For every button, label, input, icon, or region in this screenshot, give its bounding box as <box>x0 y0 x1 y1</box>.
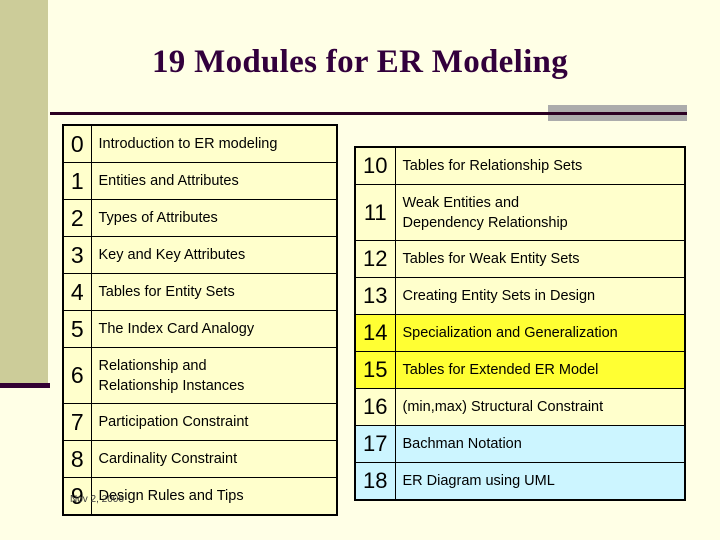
table-row: 8 Cardinality Constraint <box>62 440 338 478</box>
decorative-title-rule <box>50 112 687 115</box>
module-title-line: Dependency Relationship <box>402 214 568 231</box>
module-title: Specialization and Generalization <box>394 314 686 352</box>
module-number: 6 <box>62 347 92 404</box>
table-row: 18 ER Diagram using UML <box>354 462 686 501</box>
table-row: 2 Types of Attributes <box>62 199 338 237</box>
module-number: 17 <box>354 425 396 463</box>
module-title: Participation Constraint <box>90 403 338 441</box>
module-title: Cardinality Constraint <box>90 440 338 478</box>
table-row: 17 Bachman Notation <box>354 425 686 463</box>
module-title: Types of Attributes <box>90 199 338 237</box>
decorative-side-rule <box>0 383 50 388</box>
table-row: 7 Participation Constraint <box>62 403 338 441</box>
module-number: 18 <box>354 462 396 501</box>
module-title: Tables for Extended ER Model <box>394 351 686 389</box>
module-number: 7 <box>62 403 92 441</box>
module-table-left-body: 0 Introduction to ER modeling 1 Entities an… <box>62 124 338 516</box>
module-number: 16 <box>354 388 396 426</box>
module-title: Key and Key Attributes <box>90 236 338 274</box>
module-number: 11 <box>354 184 396 241</box>
table-row: 5 The Index Card Analogy <box>62 310 338 348</box>
module-number: 2 <box>62 199 92 237</box>
module-number: 15 <box>354 351 396 389</box>
table-row: 10 Tables for Relationship Sets <box>354 146 686 185</box>
module-number: 4 <box>62 273 92 311</box>
module-number: 0 <box>62 124 92 163</box>
module-title: Tables for Weak Entity Sets <box>394 240 686 278</box>
module-title: Tables for Relationship Sets <box>394 146 686 185</box>
module-table-right-body: 10 Tables for Relationship Sets 11 Weak Ent… <box>354 146 686 501</box>
table-row: 0 Introduction to ER modeling <box>62 124 338 163</box>
table-row: 14 Specialization and Generalization <box>354 314 686 352</box>
table-row: 3 Key and Key Attributes <box>62 236 338 274</box>
module-title: Relationship and Relationship Instances <box>90 347 338 404</box>
module-title: The Index Card Analogy <box>90 310 338 348</box>
module-table-left: 0 Introduction to ER modeling 1 Entities an… <box>62 124 338 516</box>
module-title: Creating Entity Sets in Design <box>394 277 686 315</box>
table-row: 1 Entities and Attributes <box>62 162 338 200</box>
module-number: 1 <box>62 162 92 200</box>
module-title: Introduction to ER modeling <box>90 124 338 163</box>
module-number: 12 <box>354 240 396 278</box>
table-row: 11 Weak Entities and Dependency Relationsh… <box>354 184 686 241</box>
module-title: Design Rules and Tips <box>90 477 338 516</box>
module-title: ER Diagram using UML <box>394 462 686 501</box>
module-title-line: Relationship and <box>98 357 207 374</box>
table-row: 13 Creating Entity Sets in Design <box>354 277 686 315</box>
module-title: Bachman Notation <box>394 425 686 463</box>
module-number: 5 <box>62 310 92 348</box>
table-row: 6 Relationship and Relationship Instances <box>62 347 338 404</box>
module-number: 10 <box>354 146 396 185</box>
module-title-line: Relationship Instances <box>98 377 245 394</box>
module-table-right: 10 Tables for Relationship Sets 11 Weak Ent… <box>354 146 686 501</box>
table-row: 12 Tables for Weak Entity Sets <box>354 240 686 278</box>
page-title: 19 Modules for ER Modeling <box>151 44 569 80</box>
module-title-line: Weak Entities and <box>402 194 520 211</box>
module-title: Entities and Attributes <box>90 162 338 200</box>
module-title: Weak Entities and Dependency Relationship <box>394 184 686 241</box>
module-title: Tables for Entity Sets <box>90 273 338 311</box>
module-title: (min,max) Structural Constraint <box>394 388 686 426</box>
module-number: 8 <box>62 440 92 478</box>
module-number: 3 <box>62 236 92 274</box>
slide-canvas: 19 Modules for ER Modeling 0 Introduction… <box>0 0 720 540</box>
module-number: 14 <box>354 314 396 352</box>
module-number: 13 <box>354 277 396 315</box>
table-row: 4 Tables for Entity Sets <box>62 273 338 311</box>
date-stamp: Nov 2, 2006 <box>70 494 124 505</box>
table-row: 16 (min,max) Structural Constraint <box>354 388 686 426</box>
table-row: 15 Tables for Extended ER Model <box>354 351 686 389</box>
